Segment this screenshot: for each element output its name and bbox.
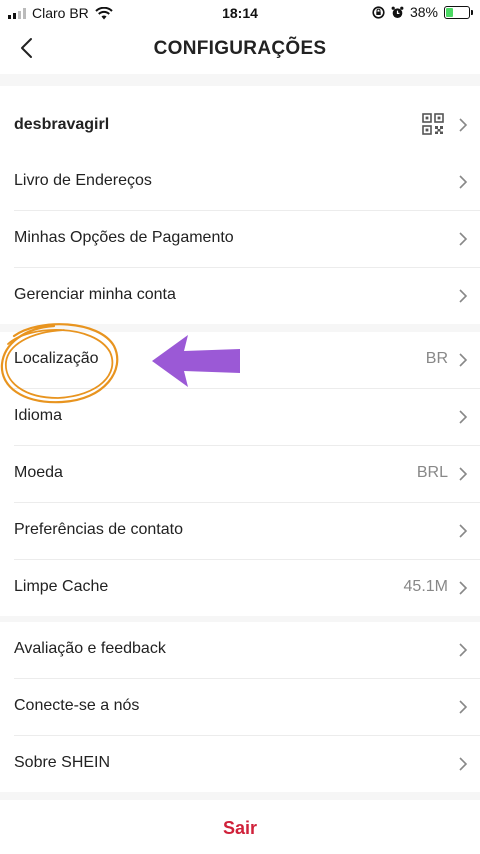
contact-preferences-row[interactable]: Preferências de contato xyxy=(14,503,480,560)
profile-section: desbravagirl xyxy=(0,86,480,164)
status-right: 38% xyxy=(372,4,473,20)
qr-code-icon[interactable] xyxy=(422,113,444,135)
preferences-group: Localização BR Idioma Moeda BRL Preferên… xyxy=(0,332,480,616)
address-book-row[interactable]: Livro de Endereços xyxy=(14,154,480,211)
row-label: Avaliação e feedback xyxy=(14,640,166,657)
chevron-right-icon xyxy=(459,410,468,424)
row-label: Preferências de contato xyxy=(14,521,183,538)
row-label: Moeda xyxy=(14,464,63,481)
review-feedback-row[interactable]: Avaliação e feedback xyxy=(14,622,480,679)
row-value: BRL xyxy=(416,464,448,481)
location-row[interactable]: Localização BR xyxy=(14,332,480,389)
logout-label: Sair xyxy=(222,818,258,838)
chevron-right-icon xyxy=(459,118,468,132)
payment-options-row[interactable]: Minhas Opções de Pagamento xyxy=(14,211,480,268)
chevron-right-icon xyxy=(459,643,468,657)
row-label: Sobre SHEIN xyxy=(14,754,111,771)
about-group: Avaliação e feedback Conecte-se a nós So… xyxy=(0,622,480,792)
chevron-right-icon xyxy=(459,467,468,481)
page-title: CONFIGURAÇÕES xyxy=(153,38,327,59)
manage-account-row[interactable]: Gerenciar minha conta xyxy=(14,268,480,324)
rotation-lock-icon xyxy=(372,5,385,19)
row-label: Idioma xyxy=(14,407,63,424)
chevron-right-icon xyxy=(459,757,468,771)
row-label: Conecte-se a nós xyxy=(14,697,140,714)
currency-row[interactable]: Moeda BRL xyxy=(14,446,480,503)
row-label: Localização xyxy=(14,350,99,367)
clear-cache-row[interactable]: Limpe Cache 45.1M xyxy=(14,560,480,616)
chevron-right-icon xyxy=(459,700,468,714)
row-value: 45.1M xyxy=(403,578,448,595)
row-label: Livro de Endereços xyxy=(14,172,152,189)
chevron-right-icon xyxy=(459,353,468,367)
alarm-icon xyxy=(391,6,404,18)
battery-icon xyxy=(444,5,473,19)
chevron-right-icon xyxy=(459,524,468,538)
connect-with-us-row[interactable]: Conecte-se a nós xyxy=(14,679,480,736)
row-label: Limpe Cache xyxy=(14,578,109,595)
row-label: Gerenciar minha conta xyxy=(14,286,176,303)
profile-row[interactable]: desbravagirl xyxy=(14,86,480,164)
about-shein-row[interactable]: Sobre SHEIN xyxy=(14,736,480,792)
row-value: BR xyxy=(425,350,448,367)
logout-button[interactable]: Sair xyxy=(0,800,480,854)
row-label: Minhas Opções de Pagamento xyxy=(14,229,234,246)
chevron-right-icon xyxy=(459,175,468,189)
status-bar: Claro BR 18:14 38% xyxy=(0,0,480,26)
language-row[interactable]: Idioma xyxy=(14,389,480,446)
account-settings-group: Livro de Endereços Minhas Opções de Paga… xyxy=(0,154,480,324)
chevron-right-icon xyxy=(459,289,468,303)
chevron-right-icon xyxy=(459,232,468,246)
chevron-right-icon xyxy=(459,581,468,595)
username: desbravagirl xyxy=(14,116,110,133)
battery-level xyxy=(446,7,453,17)
battery-percent: 38% xyxy=(409,4,438,20)
navigation-bar: CONFIGURAÇÕES xyxy=(0,26,480,74)
